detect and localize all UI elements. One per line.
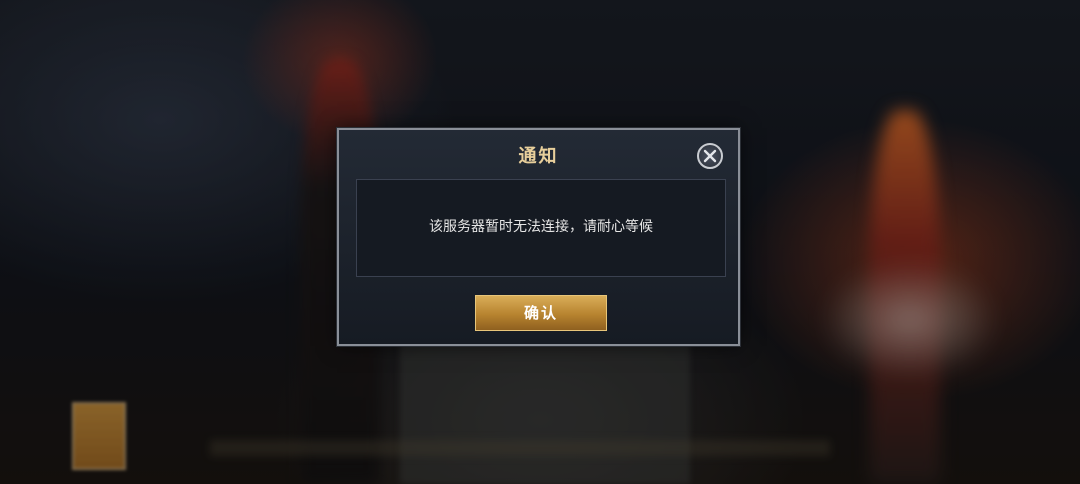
- close-button[interactable]: [697, 143, 723, 169]
- close-icon: [703, 149, 717, 163]
- confirm-button[interactable]: 确认: [475, 295, 607, 331]
- dialog-message: 该服务器暂时无法连接，请耐心等候: [429, 219, 653, 235]
- game-screen: 通知 该服务器暂时无法连接，请耐心等候 确认: [0, 0, 1080, 484]
- notice-dialog: 通知 该服务器暂时无法连接，请耐心等候 确认: [336, 127, 741, 347]
- message-box: 该服务器暂时无法连接，请耐心等候: [356, 179, 726, 277]
- dialog-title: 通知: [518, 146, 559, 167]
